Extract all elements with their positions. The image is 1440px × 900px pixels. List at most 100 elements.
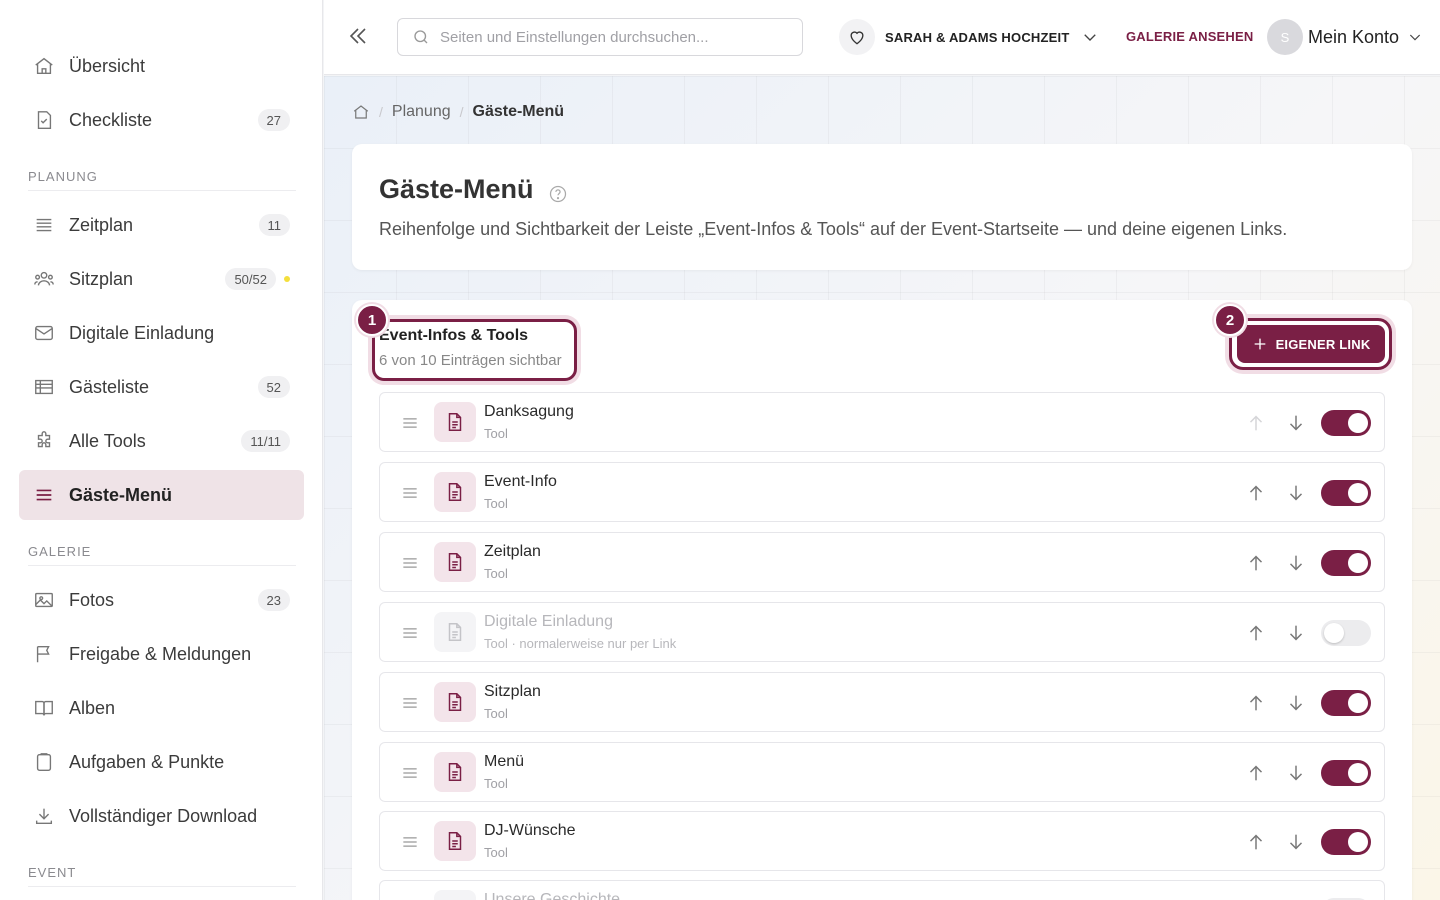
- table-icon: [33, 376, 55, 398]
- page-description: Reihenfolge und Sichtbarkeit der Leiste …: [379, 219, 1288, 239]
- count-badge: 11: [258, 214, 290, 236]
- menu-row[interactable]: Sitzplan Tool: [379, 672, 1385, 732]
- move-down-icon[interactable]: [1285, 412, 1307, 434]
- menu-row[interactable]: Zeitplan Tool: [379, 532, 1385, 592]
- drag-handle-icon[interactable]: [400, 763, 420, 783]
- breadcrumb-item[interactable]: Planung: [392, 103, 451, 121]
- move-up-icon[interactable]: [1245, 692, 1267, 714]
- step-marker: 1: [356, 304, 388, 336]
- sidebar-item-label: Gästeliste: [69, 376, 150, 397]
- move-down-icon[interactable]: [1285, 622, 1307, 644]
- help-icon[interactable]: [548, 180, 568, 202]
- sidebar-item-checkliste[interactable]: Checkliste 27: [19, 95, 304, 145]
- menu-panel: [352, 300, 1412, 900]
- sidebar-item-alben[interactable]: Alben: [19, 683, 304, 733]
- toggle-knob: [1348, 832, 1368, 852]
- count-badge: 23: [257, 589, 290, 611]
- move-up-icon[interactable]: [1245, 552, 1267, 574]
- sidebar-item-label: Digitale Einladung: [69, 322, 215, 343]
- move-down-icon[interactable]: [1285, 692, 1307, 714]
- breadcrumb-separator: /: [379, 104, 383, 120]
- page-title-wrap: Gäste-Menü: [379, 174, 568, 205]
- row-name: Unsere Geschichte: [484, 891, 621, 900]
- menu-row[interactable]: DJ-Wünsche Tool: [379, 811, 1385, 871]
- drag-handle-icon[interactable]: [400, 553, 420, 573]
- search-input[interactable]: [440, 28, 780, 46]
- move-down-icon[interactable]: [1285, 831, 1307, 853]
- add-custom-link-button[interactable]: EIGENER LINK: [1237, 325, 1385, 363]
- sidebar-item-fotos[interactable]: Fotos 23: [19, 575, 304, 625]
- search-icon: [412, 28, 430, 46]
- sidebar-item-freigabe[interactable]: Freigabe & Meldungen: [19, 629, 304, 679]
- move-down-icon[interactable]: [1285, 762, 1307, 784]
- menu-row[interactable]: Event-Info Tool: [379, 462, 1385, 522]
- row-type: Tool: [484, 776, 508, 791]
- move-up-icon[interactable]: [1245, 831, 1267, 853]
- page-title: Gäste-Menü: [379, 174, 534, 204]
- visibility-toggle[interactable]: [1321, 690, 1371, 716]
- download-icon: [33, 805, 55, 827]
- sidebar-item-label: Gäste-Menü: [69, 484, 173, 505]
- drag-handle-icon[interactable]: [400, 483, 420, 503]
- visibility-toggle[interactable]: [1321, 760, 1371, 786]
- sidebar-item-label: Sitzplan: [69, 268, 134, 289]
- menu-row[interactable]: Menü Tool: [379, 742, 1385, 802]
- topbar: SARAH & ADAMS HOCHZEIT GALERIE ANSEHEN S…: [324, 0, 1440, 75]
- move-up-icon[interactable]: [1245, 482, 1267, 504]
- sidebar-item-download[interactable]: Vollständiger Download: [19, 791, 304, 841]
- sidebar-item-digitale-einladung[interactable]: Digitale Einladung: [19, 308, 304, 358]
- chevron-down-icon: [1081, 28, 1099, 46]
- visibility-toggle[interactable]: [1321, 829, 1371, 855]
- page-header-card: Gäste-Menü Reihenfolge und Sichtbarkeit …: [352, 144, 1412, 270]
- checklist-icon: [33, 109, 55, 131]
- move-up-icon[interactable]: [1245, 412, 1267, 434]
- visibility-toggle[interactable]: [1321, 620, 1371, 646]
- event-selector[interactable]: SARAH & ADAMS HOCHZEIT: [839, 18, 1099, 56]
- sidebar-item-zeitplan[interactable]: Zeitplan 11: [19, 200, 304, 250]
- divider: [28, 886, 296, 887]
- drag-handle-icon[interactable]: [400, 832, 420, 852]
- move-down-icon[interactable]: [1285, 552, 1307, 574]
- row-type: Tool · normalerweise nur per Link: [484, 636, 677, 651]
- collapse-sidebar-icon[interactable]: [346, 24, 370, 48]
- visibility-toggle[interactable]: [1321, 410, 1371, 436]
- drag-handle-icon[interactable]: [400, 413, 420, 433]
- toggle-knob: [1348, 763, 1368, 783]
- move-up-icon[interactable]: [1245, 762, 1267, 784]
- search-box[interactable]: [397, 18, 803, 56]
- account-menu[interactable]: S Mein Konto: [1267, 18, 1423, 56]
- seating-icon: [33, 268, 55, 290]
- section-heading-galerie: GALERIE: [28, 544, 92, 559]
- document-icon: [434, 682, 476, 722]
- sidebar-item-gaesteliste[interactable]: Gästeliste 52: [19, 362, 304, 412]
- divider: [28, 565, 296, 566]
- menu-row[interactable]: Danksagung Tool: [379, 392, 1385, 452]
- document-icon: [434, 612, 476, 652]
- visibility-toggle[interactable]: [1321, 480, 1371, 506]
- sidebar-item-sitzplan[interactable]: Sitzplan 50/52: [19, 254, 304, 304]
- row-type: Tool: [484, 426, 508, 441]
- add-button-label: EIGENER LINK: [1275, 336, 1371, 352]
- document-icon: [434, 402, 476, 442]
- home-icon[interactable]: [352, 103, 370, 121]
- toggle-knob: [1348, 413, 1368, 433]
- menu-row[interactable]: Digitale Einladung Tool · normalerweise n…: [379, 602, 1385, 662]
- sidebar-item-uebersicht[interactable]: Übersicht: [19, 41, 304, 91]
- sidebar-item-label: Fotos: [69, 589, 115, 610]
- visibility-toggle[interactable]: [1321, 550, 1371, 576]
- envelope-icon: [33, 322, 55, 344]
- drag-handle-icon[interactable]: [400, 693, 420, 713]
- step-marker: 2: [1214, 304, 1246, 336]
- view-gallery-link[interactable]: GALERIE ANSEHEN: [1126, 29, 1253, 44]
- count-badge: 11/11: [241, 430, 290, 452]
- sidebar-item-aufgaben[interactable]: Aufgaben & Punkte: [19, 737, 304, 787]
- sidebar-item-label: Vollständiger Download: [69, 805, 258, 826]
- menu-row[interactable]: Unsere GeschichteTool: [379, 880, 1385, 900]
- breadcrumb-separator: /: [459, 104, 464, 120]
- move-down-icon[interactable]: [1285, 482, 1307, 504]
- move-up-icon[interactable]: [1245, 622, 1267, 644]
- sidebar-item-alle-tools[interactable]: Alle Tools 11/11: [19, 416, 304, 466]
- sidebar-item-gaeste-menue[interactable]: Gäste-Menü: [19, 470, 304, 520]
- toggle-knob: [1348, 693, 1368, 713]
- drag-handle-icon[interactable]: [400, 623, 420, 643]
